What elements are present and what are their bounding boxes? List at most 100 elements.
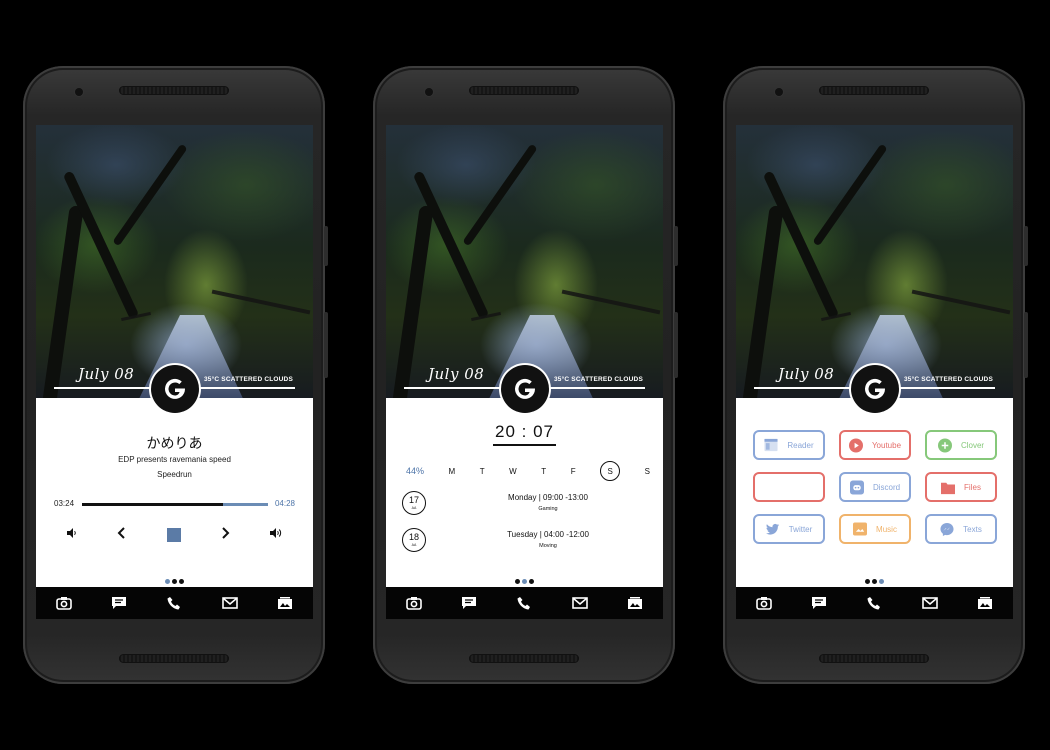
weekday-2: W	[509, 466, 517, 476]
messages-icon[interactable]	[809, 593, 829, 613]
page-dot[interactable]	[515, 579, 520, 584]
page-dot[interactable]	[172, 579, 177, 584]
bottom-speaker	[469, 654, 579, 663]
page-dot[interactable]	[522, 579, 527, 584]
week-row: 44% M T W T F S S	[406, 461, 650, 481]
gallery-icon[interactable]	[625, 593, 645, 613]
phone-icon[interactable]	[864, 593, 884, 613]
duration-time: 04:28	[274, 499, 295, 508]
top-speaker	[469, 86, 579, 95]
front-camera	[75, 88, 83, 96]
page-dot[interactable]	[872, 579, 877, 584]
page-dot[interactable]	[179, 579, 184, 584]
google-icon	[865, 378, 885, 399]
front-camera	[425, 88, 433, 96]
wallpaper	[386, 125, 663, 398]
weather-label: 35°C SCATTERED CLOUDS	[203, 376, 293, 383]
phone-music: July 08 35°C SCATTERED CLOUDS かめりあ EDP p…	[23, 66, 328, 684]
weekday-0: M	[448, 466, 456, 476]
wallpaper	[36, 125, 313, 398]
messages-icon[interactable]	[459, 593, 479, 613]
messenger-icon	[940, 522, 954, 536]
phone-icon[interactable]	[164, 593, 184, 613]
app-button-youtube[interactable]: Youtube	[839, 430, 911, 460]
weather-label: 35°C SCATTERED CLOUDS	[903, 376, 993, 383]
stop-icon[interactable]	[166, 528, 181, 542]
google-search-button[interactable]	[851, 365, 899, 413]
app-label: Reader	[787, 440, 814, 450]
volume-button	[674, 312, 678, 378]
event-subtitle: Gaming	[538, 506, 558, 512]
google-search-button[interactable]	[501, 365, 549, 413]
top-speaker	[119, 86, 229, 95]
bottom-speaker	[119, 654, 229, 663]
event-subtitle: Moving	[539, 543, 557, 549]
camera-icon[interactable]	[404, 593, 424, 613]
clock-underline	[493, 444, 556, 446]
event-day: 17 AA	[402, 491, 426, 515]
event-day: 18 AA	[402, 528, 426, 552]
reader-icon	[764, 438, 778, 452]
wallpaper	[736, 125, 1013, 398]
gallery-icon[interactable]	[975, 593, 995, 613]
event-item[interactable]: 18 AA Tuesday | 04:00 -12:00 Moving	[402, 528, 652, 554]
app-label: Files	[964, 482, 981, 492]
twitter-icon	[765, 522, 780, 536]
progress-bar[interactable]	[82, 503, 268, 506]
page-dot[interactable]	[165, 579, 170, 584]
music-icon	[853, 522, 868, 536]
dock	[36, 587, 313, 619]
phone-icon[interactable]	[514, 593, 534, 613]
gmail-icon[interactable]	[220, 593, 240, 613]
volume-button	[1024, 312, 1028, 378]
app-button-files[interactable]: Files	[925, 472, 997, 502]
camera-icon[interactable]	[54, 593, 74, 613]
next-icon[interactable]	[220, 526, 230, 544]
front-camera	[775, 88, 783, 96]
event-item[interactable]: 17 AA Monday | 09:00 -13:00 Gaming	[402, 491, 652, 517]
power-button	[1024, 226, 1028, 266]
power-button	[324, 226, 328, 266]
clover-icon	[937, 438, 952, 452]
youtube-icon	[848, 438, 863, 452]
app-button-music[interactable]: Music	[839, 514, 911, 544]
app-label: Twitter	[788, 524, 813, 534]
app-button-reader[interactable]: Reader	[753, 430, 825, 460]
screen: July 08 35°C SCATTERED CLOUDS Reader Yout…	[736, 125, 1013, 619]
weekday-4: F	[570, 466, 576, 476]
page-dot[interactable]	[529, 579, 534, 584]
app-label: Discord	[872, 482, 901, 492]
dock	[736, 587, 1013, 619]
screen: July 08 35°C SCATTERED CLOUDS かめりあ EDP p…	[36, 125, 313, 619]
app-button-discord[interactable]: Discord	[839, 472, 911, 502]
gmail-icon[interactable]	[920, 593, 940, 613]
volume-down-icon[interactable]	[66, 526, 78, 544]
weekday-1: T	[479, 466, 485, 476]
music-widget: かめりあ EDP presents ravemania speed Speedr…	[36, 398, 313, 587]
screen: July 08 35°C SCATTERED CLOUDS 20 : 07 44…	[386, 125, 663, 619]
page-dot[interactable]	[879, 579, 884, 584]
app-button-clover[interactable]: Clover	[925, 430, 997, 460]
battery-percent: 44%	[406, 466, 425, 476]
top-speaker	[819, 86, 929, 95]
event-title: Tuesday | 04:00 -12:00	[507, 530, 589, 539]
camera-icon[interactable]	[754, 593, 774, 613]
discord-icon	[849, 480, 864, 494]
volume-up-icon[interactable]	[269, 526, 283, 544]
app-button-twitter[interactable]: Twitter	[753, 514, 825, 544]
date-label: July 08	[428, 365, 485, 383]
messages-icon[interactable]	[109, 593, 129, 613]
calendar-widget: 20 : 07 44% M T W T F S S 17 AA Monday | 09:00 …	[386, 398, 663, 587]
page-dot[interactable]	[865, 579, 870, 584]
app-label: Clover	[960, 440, 985, 450]
dock	[386, 587, 663, 619]
gallery-icon[interactable]	[275, 593, 295, 613]
apps-widget: Reader Youtube Clover Discord Files Twitter Mu…	[736, 398, 1013, 587]
previous-icon[interactable]	[117, 526, 127, 544]
phone-calendar: July 08 35°C SCATTERED CLOUDS 20 : 07 44…	[373, 66, 678, 684]
app-label: Youtube	[871, 440, 902, 450]
app-button-texts[interactable]: Texts	[925, 514, 997, 544]
app-button-empty[interactable]	[753, 472, 825, 502]
google-search-button[interactable]	[151, 365, 199, 413]
gmail-icon[interactable]	[570, 593, 590, 613]
